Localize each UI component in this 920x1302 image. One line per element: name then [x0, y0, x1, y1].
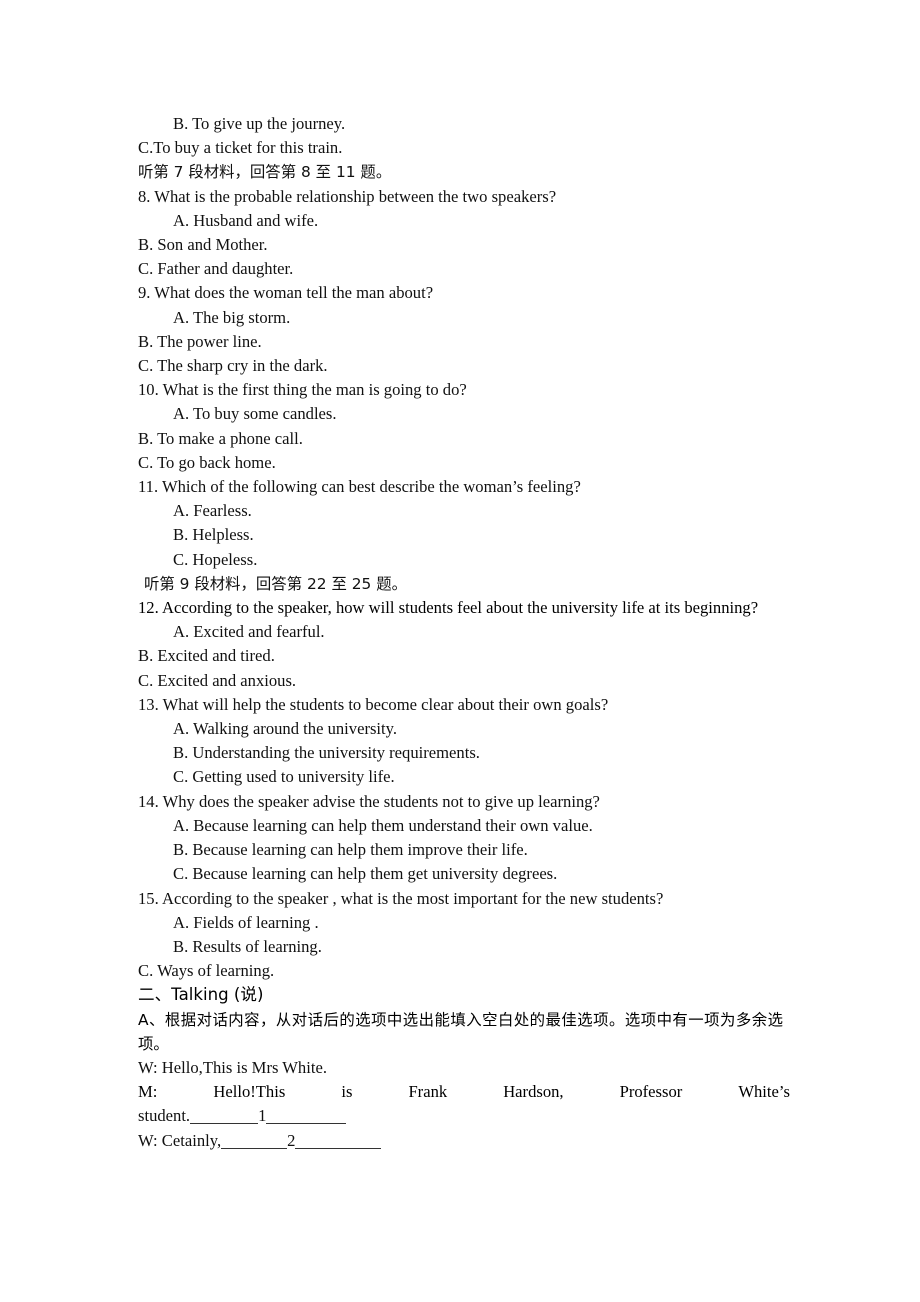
- option-line: C. Excited and anxious.: [138, 670, 297, 690]
- option-line: C. Ways of learning.: [138, 961, 275, 981]
- option-line: C. Father and daughter.: [138, 259, 294, 279]
- dialogue-line-woman-1: W: Hello,This is Mrs White.: [138, 1057, 327, 1077]
- option-line: C. Hopeless.: [173, 549, 258, 569]
- option-line: B. Understanding the university requirem…: [173, 743, 480, 763]
- option-line: C. To go back home.: [138, 452, 276, 472]
- dialogue-word: Hardson,: [503, 1082, 564, 1102]
- option-line: C.To buy a ticket for this train.: [138, 138, 343, 158]
- dialogue-blank-2-line: W: Cetainly, 2: [138, 1129, 790, 1153]
- question-stem-9: 9. What does the woman tell the man abou…: [138, 283, 434, 303]
- option-line: A. Fearless.: [173, 501, 252, 521]
- text-column: B. To give up the journey. C.To buy a ti…: [138, 112, 790, 1153]
- option-line: A. The big storm.: [173, 307, 291, 327]
- option-line: B. Helpless.: [173, 525, 254, 545]
- listening-section-heading-7: 听第 7 段材料，回答第 8 至 11 题。: [138, 163, 392, 182]
- listening-section-heading-9: 听第 9 段材料，回答第 22 至 25 题。: [144, 574, 408, 593]
- dialogue-blank-1-line: student. 1: [138, 1104, 790, 1128]
- option-line: B. Son and Mother.: [138, 235, 268, 255]
- answer-blank-1-left[interactable]: [190, 1108, 259, 1125]
- question-stem-14: 14. Why does the speaker advise the stud…: [138, 791, 600, 811]
- question-stem-11: 11. Which of the following can best desc…: [138, 477, 581, 497]
- question-stem-12: 12. According to the speaker, how will s…: [138, 598, 759, 618]
- answer-blank-1-right[interactable]: [266, 1108, 347, 1125]
- talking-instruction: A、根据对话内容，从对话后的选项中选出能填入空白处的最佳选项。选项中有一项为多余…: [138, 1010, 783, 1053]
- question-stem-8: 8. What is the probable relationship bet…: [138, 186, 557, 206]
- option-line: B. To give up the journey.: [173, 114, 346, 133]
- dialogue-line-man-justified: M: Hello!This is Frank Hardson, Professo…: [138, 1080, 790, 1104]
- option-line: A. Walking around the university.: [173, 719, 398, 739]
- option-line: B. Excited and tired.: [138, 646, 275, 666]
- dialogue-word: Frank: [408, 1082, 448, 1102]
- exam-page: B. To give up the journey. C.To buy a ti…: [0, 0, 920, 1302]
- option-line: B. The power line.: [138, 331, 262, 351]
- answer-blank-2-right[interactable]: [295, 1133, 382, 1149]
- option-line: C. Getting used to university life.: [173, 767, 395, 787]
- dialogue-word: student.: [138, 1106, 191, 1126]
- option-line: B. Because learning can help them improv…: [173, 840, 528, 860]
- question-stem-10: 10. What is the first thing the man is g…: [138, 380, 467, 400]
- question-stem-13: 13. What will help the students to becom…: [138, 694, 609, 714]
- blank-number-1: 1: [258, 1106, 267, 1126]
- option-line: B. Results of learning.: [173, 936, 322, 956]
- dialogue-word: W: Cetainly,: [138, 1130, 222, 1150]
- option-line: A. Husband and wife.: [173, 210, 319, 230]
- blank-number-2: 2: [287, 1130, 296, 1150]
- option-line: B. To make a phone call.: [138, 428, 303, 448]
- option-line: A. Because learning can help them unders…: [173, 815, 593, 835]
- dialogue-word: is: [341, 1082, 353, 1102]
- answer-blank-2-left[interactable]: [221, 1133, 288, 1149]
- dialogue-word: M:: [138, 1082, 158, 1102]
- dialogue-word: White’s: [738, 1082, 790, 1102]
- option-line: A. Fields of learning .: [173, 912, 319, 932]
- dialogue-word: Hello!This: [213, 1082, 286, 1102]
- option-line: A. To buy some candles.: [173, 404, 337, 424]
- dialogue-word: Professor: [619, 1082, 683, 1102]
- talking-section-title: 二、Talking (说): [138, 985, 264, 1005]
- option-line: C. The sharp cry in the dark.: [138, 356, 328, 376]
- option-line: C. Because learning can help them get un…: [173, 864, 558, 884]
- option-line: A. Excited and fearful.: [173, 622, 325, 642]
- question-stem-15: 15. According to the speaker , what is t…: [138, 888, 664, 908]
